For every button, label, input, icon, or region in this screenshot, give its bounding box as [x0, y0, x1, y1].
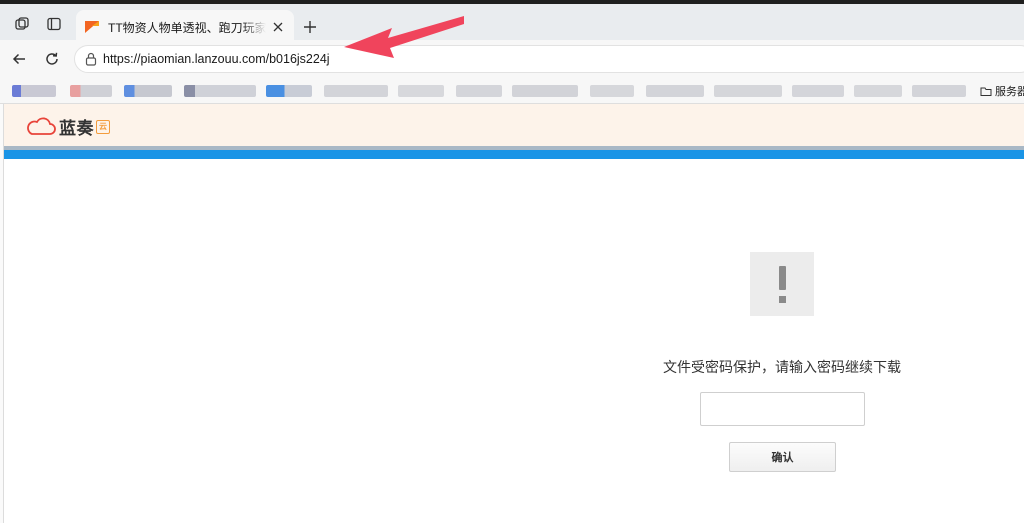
bookmark-item[interactable]	[646, 85, 704, 97]
bookmark-item[interactable]	[912, 85, 966, 97]
bookmark-item[interactable]	[792, 85, 844, 97]
bookmark-item[interactable]	[398, 85, 444, 97]
url-scheme: https://	[103, 52, 141, 66]
confirm-button[interactable]: 确认	[729, 442, 836, 472]
bookmark-item[interactable]	[512, 85, 578, 97]
accent-bar	[4, 150, 1024, 159]
plus-icon	[304, 21, 316, 33]
refresh-button[interactable]	[40, 47, 64, 71]
cloud-icon	[27, 117, 56, 135]
tab-title: TT物资人物单透视、跑刀玩家必备	[108, 20, 266, 35]
bookmark-item[interactable]	[266, 85, 312, 97]
folder-icon	[980, 87, 992, 96]
close-icon[interactable]	[270, 19, 286, 35]
password-message: 文件受密码保护，请输入密码继续下载	[663, 359, 901, 375]
url-path: /b016js224j	[265, 52, 330, 66]
lock-icon	[85, 52, 97, 66]
refresh-icon	[46, 52, 58, 65]
tab-actions-icon[interactable]	[42, 12, 66, 36]
site-favicon-icon	[84, 19, 100, 35]
logo-text: 蓝奏	[59, 119, 94, 138]
bookmark-item[interactable]	[70, 85, 112, 97]
bookmark-folder[interactable]: 服务器	[980, 83, 1024, 99]
back-arrow-icon	[12, 53, 25, 65]
bookmark-item[interactable]	[124, 85, 172, 97]
annotation-arrow-icon	[344, 16, 464, 58]
tab-bar: TT物资人物单透视、跑刀玩家必备	[0, 4, 1024, 44]
password-input[interactable]	[700, 392, 865, 426]
bookmark-item[interactable]	[324, 85, 388, 97]
workspaces-icon[interactable]	[10, 12, 34, 36]
url-text: https://piaomian.lanzouu.com/b016js224j	[103, 52, 330, 66]
tab-active[interactable]: TT物资人物单透视、跑刀玩家必备	[76, 10, 294, 44]
exclamation-dot	[778, 295, 786, 303]
bookmark-folder-label: 服务器	[995, 86, 1024, 98]
bookmark-item[interactable]	[456, 85, 502, 97]
site-logo[interactable]: 蓝奏 云	[24, 114, 110, 139]
left-edge	[0, 104, 4, 523]
logo-badge: 云	[96, 119, 110, 134]
bookmark-item[interactable]	[854, 85, 902, 97]
navigation-bar: https://piaomian.lanzouu.com/b016js224j	[0, 40, 1024, 78]
address-bar[interactable]: https://piaomian.lanzouu.com/b016js224j	[74, 45, 1024, 73]
bookmark-item[interactable]	[590, 85, 634, 97]
bookmarks-bar: 服务器	[0, 78, 1024, 104]
warning-icon	[750, 252, 814, 316]
back-button[interactable]	[7, 47, 31, 71]
url-host: piaomian.lanzouu.com	[140, 52, 266, 66]
exclamation-bar	[778, 265, 786, 290]
bookmark-item[interactable]	[714, 85, 782, 97]
browser-window: TT物资人物单透视、跑刀玩家必备 https://piaomian.lanzou…	[0, 0, 1024, 523]
bookmark-item[interactable]	[184, 85, 256, 97]
bookmark-item[interactable]	[12, 85, 56, 97]
site-header: 蓝奏 云	[4, 104, 1024, 146]
new-tab-button[interactable]	[299, 16, 321, 38]
